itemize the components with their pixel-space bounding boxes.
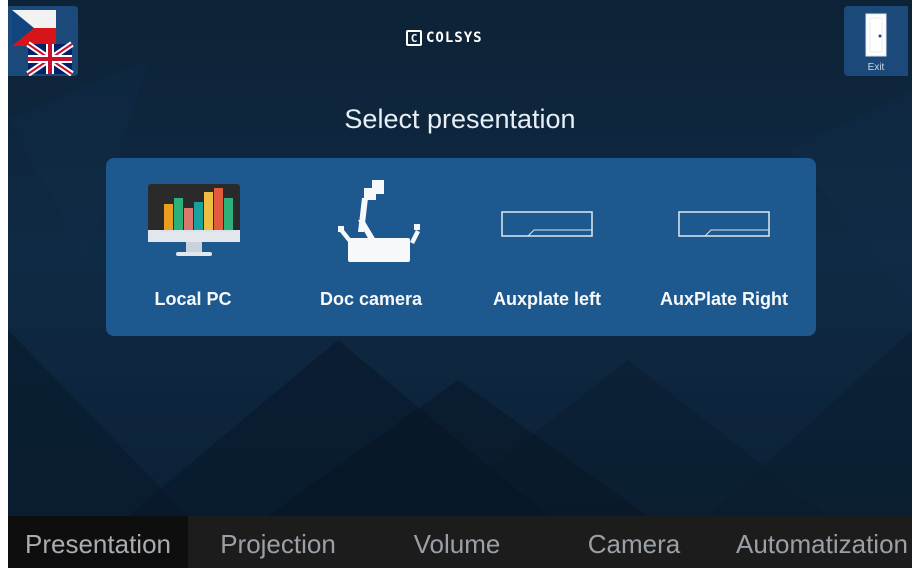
monitor-chart-icon [148, 184, 240, 256]
touch-panel-screen: C COLSYS Exit Select presentation Local … [8, 0, 912, 568]
source-label: Doc camera [319, 289, 423, 309]
wall-plate-icon [501, 211, 593, 237]
document-camera-icon [338, 180, 420, 262]
tab-volume[interactable]: Volume [368, 516, 546, 568]
wall-plate-icon [678, 211, 770, 237]
exit-label: Exit [867, 62, 885, 73]
exit-button[interactable]: Exit [844, 6, 908, 76]
source-label: AuxPlate Right [659, 289, 788, 309]
tab-automatization[interactable]: Automatization [722, 516, 912, 568]
logo-text: COLSYS [426, 30, 483, 46]
source-local-pc-button[interactable]: Local PC [108, 158, 278, 336]
language-switch-button[interactable] [8, 6, 78, 76]
page-title: Select presentation [344, 104, 576, 134]
colsys-logo: C COLSYS [406, 26, 483, 50]
tab-presentation[interactable]: Presentation [8, 516, 188, 568]
source-label: Local PC [154, 289, 232, 309]
source-label: Auxplate left [492, 289, 602, 309]
bottom-tab-bar: Presentation Projection Volume Camera Au… [8, 516, 912, 568]
source-selection-panel: Local PC Doc camera Auxplate left AuxPla… [106, 158, 816, 336]
tab-camera[interactable]: Camera [546, 516, 722, 568]
source-doc-camera-button[interactable]: Doc camera [286, 158, 456, 336]
flag-cz-uk-icon [8, 6, 78, 76]
tab-projection[interactable]: Projection [188, 516, 368, 568]
door-icon [865, 13, 887, 57]
logo-mark: C [406, 30, 422, 46]
source-auxplate-left-button[interactable]: Auxplate left [462, 158, 632, 336]
source-auxplate-right-button[interactable]: AuxPlate Right [639, 158, 809, 336]
